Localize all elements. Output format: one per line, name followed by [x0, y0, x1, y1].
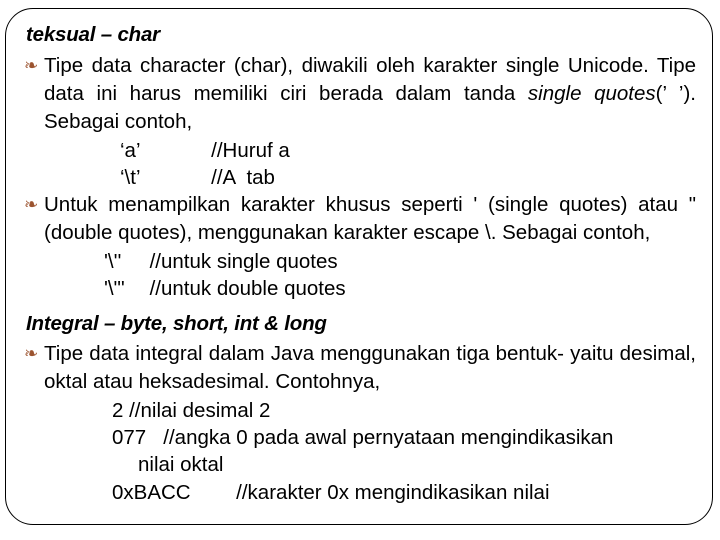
example-code-octal-wrap: nilai oktal [138, 453, 224, 476]
bullet-text-integral-description: Tipe data integral dalam Java menggunaka… [44, 342, 696, 393]
example-code-char-a: ‘a’ [120, 139, 141, 162]
example-comment-escape-double: //untuk double quotes [149, 277, 346, 300]
example-line-escape-double: '\"' //untuk double quotes [18, 275, 712, 302]
example-code-char-tab: ‘\t’ [120, 166, 141, 189]
example-code-octal: 077 //angka 0 pada awal pernyataan mengi… [112, 426, 614, 449]
example-line-char-a: ‘a’ //Huruf a [18, 137, 712, 164]
floral-heart-bullet-icon: ❧ [24, 56, 39, 75]
floral-heart-bullet-icon: ❧ [24, 195, 39, 214]
example-code-escape-double: '\"' [104, 277, 125, 300]
bullet-item-escape-description: ❧ Untuk menampilkan karakter khusus sepe… [18, 191, 712, 247]
slide-canvas: teksual – char ❧ Tipe data character (ch… [0, 0, 720, 540]
bullet-item-integral-description: ❧ Tipe data integral dalam Java mengguna… [18, 340, 712, 396]
example-line-char-tab: ‘\t’ //A tab [18, 164, 712, 191]
section-heading-char: teksual – char [26, 23, 160, 46]
section-heading-integral: Integral – byte, short, int & long [26, 312, 327, 335]
example-line-octal: 077 //angka 0 pada awal pernyataan mengi… [18, 424, 712, 478]
example-code-escape-single: '\'' [104, 250, 122, 273]
example-line-decimal: 2 //nilai desimal 2 [112, 399, 271, 422]
example-line-hexadecimal: 0xBACC //karakter 0x mengindikasikan nil… [112, 481, 550, 504]
bullet-item-char-description: ❧ Tipe data character (char), diwakili o… [18, 52, 712, 136]
example-comment-char-a: //Huruf a [211, 139, 290, 162]
example-line-escape-single: '\'' //untuk single quotes [18, 248, 712, 275]
floral-heart-bullet-icon: ❧ [24, 344, 39, 363]
slide-content: teksual – char ❧ Tipe data character (ch… [0, 0, 720, 506]
example-comment-char-tab: //A tab [211, 166, 275, 189]
bullet-text-char-description: Tipe data character (char), diwakili ole… [44, 52, 712, 136]
bullet-text-part-2-italic: single quotes [527, 82, 656, 105]
bullet-text-escape-description: Untuk menampilkan karakter khusus sepert… [44, 193, 696, 244]
example-comment-escape-single: //untuk single quotes [149, 250, 338, 273]
